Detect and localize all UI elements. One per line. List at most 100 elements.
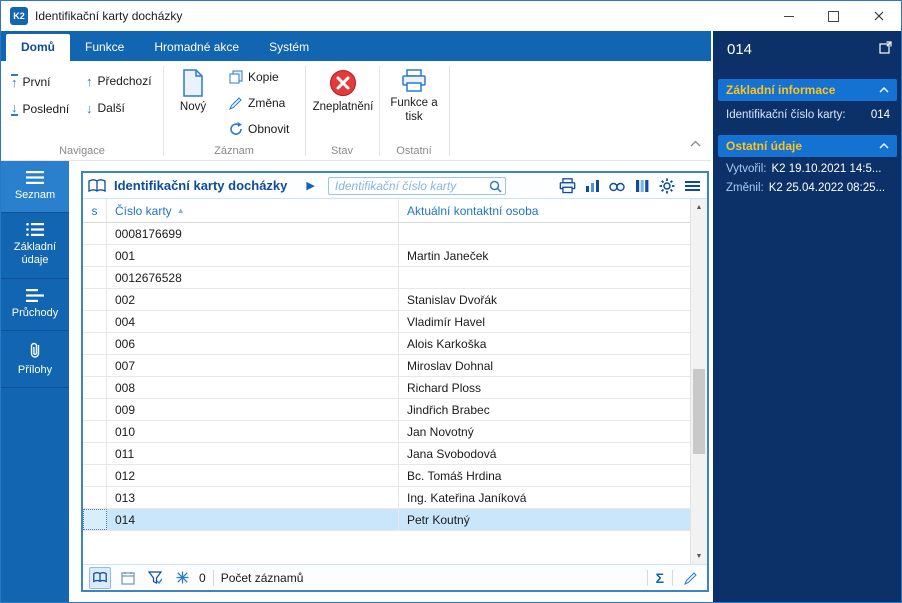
window-close-button[interactable] bbox=[856, 1, 901, 31]
next-button[interactable]: ↓ Další bbox=[86, 101, 125, 115]
snowflake-icon bbox=[176, 571, 188, 584]
table-row[interactable]: 0012676528 bbox=[83, 267, 690, 289]
cell-contact-person: Vladimír Havel bbox=[407, 314, 486, 329]
previous-icon: ↑ bbox=[86, 73, 93, 89]
last-icon: ↓ bbox=[11, 100, 18, 116]
book-icon bbox=[88, 178, 106, 192]
next-icon: ↓ bbox=[86, 100, 93, 116]
sidebar-item-label: Průchody bbox=[11, 306, 59, 319]
open-in-window-button[interactable] bbox=[879, 41, 892, 59]
row-status-cell bbox=[83, 245, 107, 266]
column-header-contact-person[interactable]: Aktuální kontaktní osoba bbox=[399, 199, 690, 222]
app-logo-icon: K2 bbox=[10, 7, 28, 25]
chevron-up-icon bbox=[879, 143, 889, 149]
row-status-cell bbox=[83, 267, 107, 288]
window-maximize-button[interactable] bbox=[811, 1, 856, 31]
browse-menu-button[interactable] bbox=[682, 176, 702, 196]
titlebar: K2 Identifikační karty docházky bbox=[1, 1, 901, 31]
cell-contact-person: Jan Novotný bbox=[407, 424, 474, 439]
scroll-down-button[interactable]: ▼ bbox=[691, 548, 707, 564]
columns-button[interactable] bbox=[632, 176, 652, 196]
cell-card-number: 006 bbox=[107, 333, 399, 354]
lookup-button[interactable] bbox=[607, 176, 627, 196]
copy-button[interactable]: Kopie bbox=[229, 70, 279, 84]
tab-domu[interactable]: Domů bbox=[6, 34, 70, 61]
paperclip-icon bbox=[30, 342, 40, 358]
freeze-button[interactable] bbox=[172, 568, 192, 588]
cell-contact-person: Petr Koutný bbox=[407, 512, 470, 527]
settings-button[interactable] bbox=[657, 176, 677, 196]
table-row[interactable]: 013 Ing. Kateřina Janíková bbox=[83, 487, 690, 509]
field-label: Vytvořil: bbox=[726, 163, 767, 175]
invalidate-button[interactable]: Zneplatnění bbox=[307, 69, 379, 115]
last-button[interactable]: ↓ Poslední bbox=[11, 101, 69, 116]
first-button[interactable]: ↑ První bbox=[11, 74, 51, 89]
scrollbar-thumb[interactable] bbox=[693, 369, 705, 454]
print-button[interactable] bbox=[557, 176, 577, 196]
row-status-cell bbox=[83, 311, 107, 332]
form-view-button[interactable] bbox=[118, 568, 138, 588]
browse-menu-arrow[interactable]: ▶ bbox=[306, 179, 314, 192]
sidebar-item-pruchody[interactable]: Průchody bbox=[1, 279, 69, 331]
sidebar-item-prilohy[interactable]: Přílohy bbox=[1, 331, 69, 388]
functions-print-button[interactable]: Funkce a tisk bbox=[382, 69, 446, 125]
column-header-card-number[interactable]: Číslo karty ▲ bbox=[107, 199, 399, 222]
column-header-status[interactable]: s bbox=[83, 199, 107, 222]
chart-button[interactable] bbox=[582, 176, 602, 196]
section-basic-info[interactable]: Základní informace bbox=[718, 79, 897, 101]
view-book-button[interactable] bbox=[89, 566, 111, 589]
row-status-cell bbox=[83, 223, 107, 244]
refresh-button[interactable]: Obnovit bbox=[229, 122, 289, 136]
new-document-icon bbox=[183, 69, 203, 97]
table-row[interactable]: 012 Bc. Tomáš Hrdina bbox=[83, 465, 690, 487]
hamburger-icon bbox=[684, 180, 700, 191]
table-row[interactable]: 004 Vladimír Havel bbox=[83, 311, 690, 333]
field-label: Změnil: bbox=[726, 182, 764, 194]
edit-button[interactable] bbox=[681, 568, 701, 588]
search-input[interactable] bbox=[327, 176, 506, 195]
table-row[interactable]: 008 Richard Ploss bbox=[83, 377, 690, 399]
browse-toolbar: Identifikační karty docházky ▶ bbox=[83, 173, 707, 199]
previous-button[interactable]: ↑ Předchozí bbox=[86, 74, 152, 88]
filter-icon bbox=[148, 571, 162, 584]
table-row[interactable]: 006 Alois Karkoška bbox=[83, 333, 690, 355]
ribbon-tabbar: Domů Funkce Hromadné akce Systém bbox=[1, 31, 711, 61]
table-row[interactable]: 009 Jindřich Brabec bbox=[83, 399, 690, 421]
cell-card-number: 014 bbox=[107, 509, 399, 530]
sidebar-item-seznam[interactable]: Seznam bbox=[1, 161, 69, 214]
sum-button[interactable]: Σ bbox=[656, 570, 664, 586]
table-row[interactable]: 001 Martin Janeček bbox=[83, 245, 690, 267]
ribbon: ↑ První ↓ Poslední ↑ Předchozí ↓ Další N… bbox=[1, 61, 711, 161]
detail-list-icon bbox=[26, 223, 44, 237]
binoculars-icon bbox=[609, 182, 625, 191]
tab-hromadne-akce[interactable]: Hromadné akce bbox=[139, 34, 254, 61]
change-button[interactable]: Změna bbox=[229, 96, 285, 110]
table-row[interactable]: 007 Miroslav Dohnal bbox=[83, 355, 690, 377]
tab-system[interactable]: Systém bbox=[254, 34, 324, 61]
ribbon-collapse-button[interactable] bbox=[690, 134, 701, 152]
printer-icon bbox=[559, 177, 575, 193]
vertical-scrollbar[interactable]: ▲ ▼ bbox=[690, 199, 707, 564]
new-button[interactable]: Nový bbox=[169, 69, 217, 115]
new-label: Nový bbox=[179, 101, 207, 113]
table-row[interactable]: 002 Stanislav Dvořák bbox=[83, 289, 690, 311]
sidebar-item-zakladni-udaje[interactable]: Základní údaje bbox=[1, 213, 69, 279]
open-external-icon bbox=[879, 41, 892, 54]
field-changed: Změnil: K2 25.04.2022 08:25... bbox=[726, 182, 890, 194]
scroll-up-button[interactable]: ▲ bbox=[691, 199, 707, 215]
field-value: K2 25.04.2022 08:25... bbox=[768, 182, 886, 194]
tab-funkce[interactable]: Funkce bbox=[70, 34, 139, 61]
window-minimize-button[interactable] bbox=[766, 1, 811, 31]
cell-card-number: 004 bbox=[107, 311, 399, 332]
table-row-selected[interactable]: 014 Petr Koutný bbox=[83, 509, 690, 531]
close-icon bbox=[874, 11, 883, 21]
cell-card-number: 008 bbox=[107, 377, 399, 398]
filter-button[interactable] bbox=[145, 568, 165, 588]
table-row[interactable]: 010 Jan Novotný bbox=[83, 421, 690, 443]
group-caption-stav: Stav bbox=[330, 145, 353, 157]
section-other-info[interactable]: Ostatní údaje bbox=[718, 135, 897, 157]
pencil-icon bbox=[684, 571, 697, 585]
table-row[interactable]: 0008176699 bbox=[83, 223, 690, 245]
cell-card-number: 011 bbox=[107, 443, 399, 464]
table-row[interactable]: 011 Jana Svobodová bbox=[83, 443, 690, 465]
